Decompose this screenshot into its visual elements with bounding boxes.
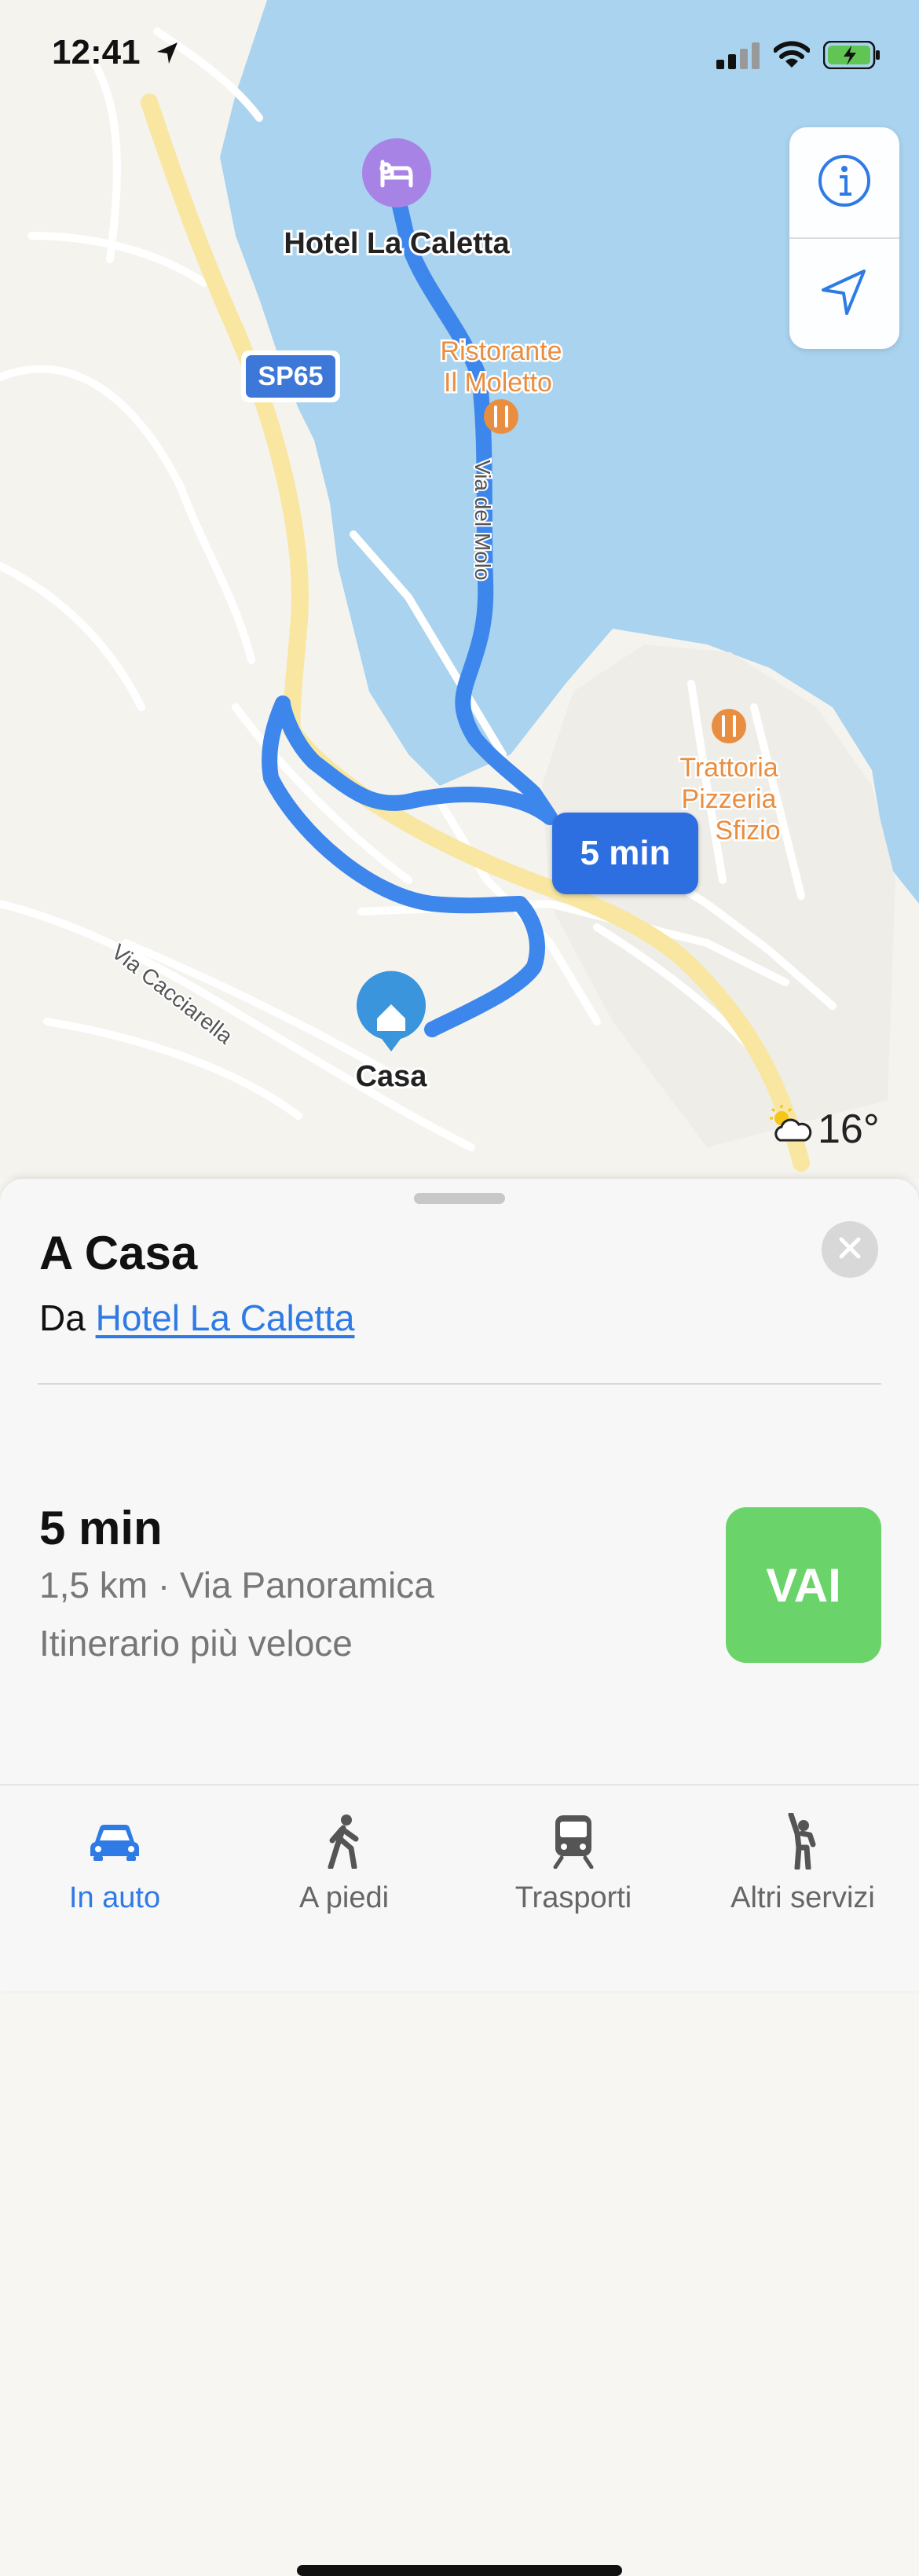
map-view[interactable]: SP65 Hotel La Caletta Ristorante Il Mole… xyxy=(0,0,919,1179)
close-icon xyxy=(838,1236,862,1264)
trattoria-pin[interactable] xyxy=(712,709,746,743)
go-button[interactable]: VAI xyxy=(726,1507,881,1663)
signal-icon xyxy=(716,42,760,73)
hotel-pin[interactable] xyxy=(362,138,431,207)
origin-link[interactable]: Hotel La Caletta xyxy=(96,1297,355,1338)
info-button[interactable] xyxy=(789,127,899,237)
trattoria-label-line1: Trattoria xyxy=(679,753,778,783)
destination-title: A Casa xyxy=(39,1227,198,1279)
route-eta-badge[interactable]: 5 min xyxy=(552,813,698,894)
tab-label: A piedi xyxy=(298,1881,390,1914)
trattoria-label-line2: Pizzeria xyxy=(682,784,777,814)
restaurant-pin[interactable] xyxy=(484,399,518,434)
tab-label: In auto xyxy=(68,1881,161,1914)
restaurant-label-line1: Ristorante xyxy=(441,336,562,366)
origin-prefix: Da xyxy=(39,1297,86,1338)
road-badge-label: SP65 xyxy=(258,361,323,391)
track-location-button[interactable] xyxy=(789,239,899,349)
status-bar: 12:41 xyxy=(0,0,919,110)
train-icon xyxy=(552,1812,595,1870)
close-button[interactable] xyxy=(822,1221,878,1278)
tab-a-piedi[interactable]: A piedi xyxy=(229,1785,459,1927)
tab-altri-servizi[interactable]: Altri servizi xyxy=(688,1785,917,1927)
trattoria-label-line3: Sfizio xyxy=(715,816,780,846)
location-services-icon xyxy=(154,39,181,70)
transport-mode-tabbar: In auto A piedi Trasporti Altri servizi xyxy=(0,1784,919,2576)
route-type: Itinerario più veloce xyxy=(39,1623,353,1664)
route-eta: 5 min xyxy=(39,1502,163,1554)
wifi-icon xyxy=(773,41,811,73)
tab-trasporti[interactable]: Trasporti xyxy=(459,1785,688,1927)
status-time: 12:41 xyxy=(52,33,141,72)
weather-indicator: 16° xyxy=(766,1102,880,1157)
tab-in-auto[interactable]: In auto xyxy=(0,1785,229,1927)
origin-line: Da Hotel La Caletta xyxy=(39,1297,354,1339)
home-label: Casa xyxy=(356,1060,428,1093)
walk-icon xyxy=(324,1812,364,1870)
tab-label: Trasporti xyxy=(514,1881,632,1914)
partly-cloudy-icon xyxy=(766,1103,813,1157)
home-indicator[interactable] xyxy=(297,2565,622,2576)
info-icon xyxy=(817,153,872,212)
directions-sheet: A Casa Da Hotel La Caletta 5 min 1,5 km … xyxy=(0,1179,919,2576)
location-arrow-icon xyxy=(818,266,870,322)
tab-label: Altri servizi xyxy=(730,1881,875,1914)
battery-charging-icon xyxy=(822,40,881,73)
hail-icon xyxy=(783,1812,822,1870)
divider xyxy=(38,1383,881,1385)
road-badge-sp65: SP65 xyxy=(241,350,340,402)
sheet-grabber[interactable] xyxy=(414,1193,505,1204)
hotel-label: Hotel La Caletta xyxy=(284,227,510,260)
car-icon xyxy=(89,1812,141,1870)
temperature: 16° xyxy=(818,1106,880,1152)
restaurant-label-line2: Il Moletto xyxy=(444,368,552,398)
map-controls xyxy=(789,127,899,349)
street-label-molo: Via del Molo xyxy=(470,460,495,581)
route-details: 1,5 km · Via Panoramica xyxy=(39,1565,434,1605)
